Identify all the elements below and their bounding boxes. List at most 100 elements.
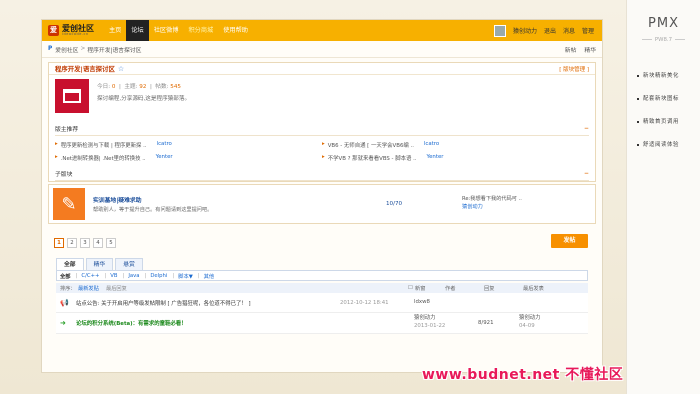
- recommend-header: 版主推荐 −: [55, 124, 589, 136]
- tab-reward[interactable]: 悬赏: [115, 258, 143, 270]
- recommend-collapse-button[interactable]: −: [584, 126, 589, 132]
- feature-list: 新块精新美化 配套新块图标 精致首页调用 舒适阅读体验: [627, 71, 700, 148]
- recommend-title-link[interactable]: VB6 - 无师自通 [ 一天学会VB6编 ..: [328, 141, 414, 149]
- announcement-icon: 📢: [60, 298, 69, 307]
- nav-weibo[interactable]: 社区微博: [149, 20, 184, 41]
- table-row[interactable]: 📢 站点公告: 关于开启用户等级发帖限制 [ 广告猖狂呢，各位道不得已了！ ] …: [56, 293, 588, 313]
- admin-link[interactable]: 管理: [582, 26, 594, 35]
- forum-description: 探讨编程,分享源码,这是程序猿部落。: [97, 96, 191, 102]
- nav-points-mall[interactable]: 积分商城: [184, 20, 219, 41]
- last-post-date: 04-09: [519, 323, 535, 329]
- filter-java[interactable]: Java: [128, 273, 139, 279]
- favorite-star-icon[interactable]: ☆: [118, 65, 124, 73]
- col-author: 作者: [445, 285, 456, 292]
- thread-author-date: 2013-01-22: [414, 323, 446, 329]
- last-post-user[interactable]: 猿创动力: [462, 204, 522, 212]
- subforum-header: 子版块 −: [55, 169, 589, 181]
- breadcrumb-home[interactable]: 爱创社区: [55, 45, 78, 54]
- avatar[interactable]: [493, 24, 506, 37]
- forum-page: 爱 爱创社区 ideacode.cn 主页 论坛 社区微博 积分商城 使用帮助 …: [41, 19, 603, 373]
- posts-label: 帖数:: [155, 84, 169, 90]
- nav-home[interactable]: 主页: [104, 20, 126, 41]
- breadcrumb-separator: >: [80, 46, 86, 52]
- username[interactable]: 猿创动力: [513, 26, 537, 35]
- page-2[interactable]: 2: [67, 238, 77, 248]
- recommend-author[interactable]: Yenter: [156, 154, 173, 162]
- messages-link[interactable]: 消息: [563, 26, 575, 35]
- new-window-label: 新窗: [415, 285, 426, 292]
- subforum-last-post: Re:我想看下我的代码可 .. 猿创动力: [462, 196, 522, 212]
- subforum-count: 10/70: [386, 201, 403, 207]
- sort-last-reply[interactable]: 最后回复: [106, 285, 127, 292]
- logo-subtext: ideacode.cn: [62, 31, 89, 36]
- thread-author[interactable]: 猿创动力: [414, 315, 445, 323]
- thread-author[interactable]: ldxw8: [414, 299, 430, 307]
- recommend-title-link[interactable]: .Net进制转换器| .Net里的转换技 ..: [61, 154, 146, 162]
- filter-delphi[interactable]: Delphi: [150, 273, 167, 279]
- new-post-button[interactable]: 发帖: [551, 234, 588, 248]
- list-item[interactable]: ▸ VB6 - 无师自通 [ 一天学会VB6编 .. lcatro: [322, 141, 589, 149]
- pagination: 1 2 3 4 5 发帖: [54, 234, 602, 249]
- watermark-text: www.budnet.net 不懂社区: [422, 367, 624, 383]
- thread-title[interactable]: 站点公告: 关于开启用户等级发帖限制 [ 广告猖狂呢，各位道不得已了！ ]: [76, 299, 251, 307]
- sort-label: 排序：: [60, 285, 76, 292]
- thread-title[interactable]: 论坛的积分系统(Beta)：有需求的童鞋必看！: [76, 319, 187, 327]
- subforum-row[interactable]: ✎ 实训基地|疑难求助 帮助别人，等于提升自己。有问题请到这里提问吧。 10/7…: [48, 184, 596, 224]
- logout-link[interactable]: 退出: [544, 26, 556, 35]
- thread-author-block: 猿创动力 2013-01-22: [414, 315, 445, 330]
- page-3[interactable]: 3: [80, 238, 90, 248]
- page-4[interactable]: 4: [93, 238, 103, 248]
- filter-script-dropdown[interactable]: 脚本▼: [178, 272, 193, 280]
- logo-icon: 爱: [48, 25, 59, 36]
- list-item[interactable]: ▸ .Net进制转换器| .Net里的转换技 .. Yenter: [55, 154, 322, 162]
- filter-all[interactable]: 全部: [60, 272, 71, 280]
- recommend-author[interactable]: lcatro: [157, 141, 172, 149]
- new-posts-link[interactable]: 新帖: [565, 45, 577, 54]
- last-post-user[interactable]: 猿创动力: [519, 315, 541, 323]
- tab-digest[interactable]: 精华: [85, 258, 114, 270]
- site-logo[interactable]: 爱 爱创社区 ideacode.cn: [42, 24, 104, 37]
- list-item[interactable]: ▸ 程序更新检测与下载 | 程序更新探 .. lcatro: [55, 141, 322, 149]
- posts-count: 545: [170, 84, 181, 90]
- table-row[interactable]: ➜ 论坛的积分系统(Beta)：有需求的童鞋必看！ 猿创动力 2013-01-2…: [56, 313, 588, 334]
- last-post-title[interactable]: Re:我想看下我的代码可 ..: [462, 196, 522, 204]
- list-item[interactable]: ▸ 不学VB ? 那就来看看VBS - 脚本语 .. Yenter: [322, 154, 589, 162]
- thread-replies: 8/921: [478, 320, 494, 326]
- forum-stats: 今日: 0 | 主题: 92 | 帖数: 545: [97, 84, 181, 90]
- new-window-checkbox[interactable]: ☐: [408, 285, 413, 291]
- nav-forum[interactable]: 论坛: [126, 20, 149, 41]
- home-icon[interactable]: P: [48, 46, 52, 52]
- digest-link[interactable]: 精华: [584, 45, 596, 54]
- recommend-author[interactable]: Yenter: [427, 154, 444, 162]
- subforum-name[interactable]: 实训基地|疑难求助: [93, 195, 212, 204]
- forum-manage-link[interactable]: [ 版块管理 ]: [559, 65, 589, 73]
- recommend-title-link[interactable]: 程序更新检测与下载 | 程序更新探 ..: [61, 141, 147, 149]
- subforum-description: 帮助别人，等于提升自己。有问题请到这里提问吧。: [93, 207, 213, 213]
- topics-label: 主题:: [124, 84, 138, 90]
- tab-all[interactable]: 全部: [56, 258, 84, 270]
- page-5[interactable]: 5: [106, 238, 116, 248]
- thread-last-post: 猿创动力 04-09: [519, 315, 541, 330]
- sort-newest[interactable]: 最新发贴: [78, 285, 99, 292]
- breadcrumb-current[interactable]: 程序开发|语言探讨区: [87, 45, 141, 54]
- thread-table-header: 排序： 最新发贴 最后回复 ☐ 新窗 作者 回复 最后发表: [56, 283, 588, 293]
- feature-item: 精致首页调用: [637, 117, 700, 125]
- feature-item: 配套新块图标: [637, 94, 700, 102]
- today-label: 今日:: [97, 84, 111, 90]
- thread-date: 2012-10-12 18:41: [340, 299, 389, 306]
- feature-item: 舒适阅读体验: [637, 140, 700, 148]
- col-replies: 回复: [484, 285, 495, 292]
- recommend-author[interactable]: lcatro: [424, 141, 439, 149]
- filter-cpp[interactable]: C/C++: [81, 273, 99, 279]
- filter-vb[interactable]: VB: [110, 273, 117, 279]
- nav-help[interactable]: 使用帮助: [218, 20, 253, 41]
- breadcrumb: P 爱创社区 > 程序开发|语言探讨区 新帖 精华: [42, 41, 602, 58]
- category-filter: 全部 | C/C++ | VB | Java | Delphi | 脚本▼ | 其他: [56, 270, 588, 281]
- recommend-title-link[interactable]: 不学VB ? 那就来看看VBS - 脚本语 ..: [328, 154, 417, 162]
- subforum-collapse-button[interactable]: −: [584, 171, 589, 177]
- forum-info-panel: 程序开发|语言探讨区 ☆ [ 版块管理 ] 今日: 0 | 主题: 92 | 帖…: [48, 62, 596, 182]
- version-label: PW8.7: [627, 37, 700, 43]
- filter-other[interactable]: 其他: [204, 272, 215, 280]
- page-1[interactable]: 1: [54, 238, 64, 248]
- theme-sidebar: PMX PW8.7 新块精新美化 配套新块图标 精致首页调用 舒适阅读体验: [626, 0, 700, 394]
